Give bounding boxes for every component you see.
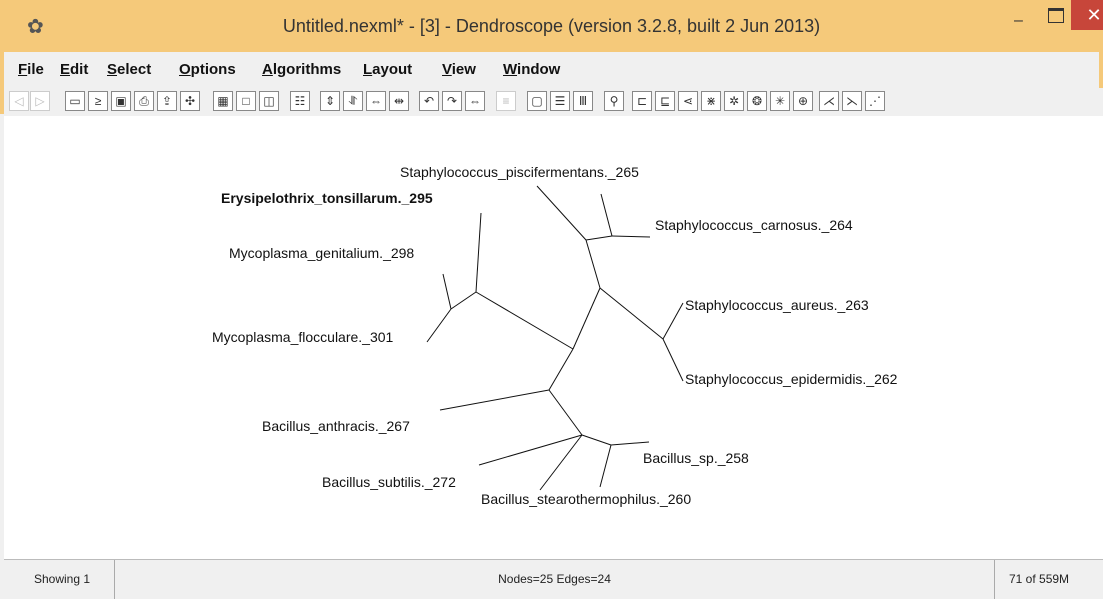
taxon-label[interactable]: Mycoplasma_genitalium._298 <box>229 245 414 261</box>
open-button[interactable]: ▭ <box>65 91 85 111</box>
toolbar: ◁ ▷ ▭ ≥ ▣ ⎙ ⇪ ✣ ▦ □ ◫ ☷ ⇕ ⥯ ⇔ ⇹ ↶ ↷ ⇔ ≡ … <box>0 88 1103 114</box>
tree-edge[interactable] <box>611 235 651 238</box>
taxon-label[interactable]: Mycoplasma_flocculare._301 <box>212 329 394 345</box>
rotate-left-button[interactable]: ↶ <box>419 91 439 111</box>
taxon-label[interactable]: Staphylococcus_epidermidis._262 <box>685 371 898 387</box>
tree-edge[interactable] <box>581 434 612 446</box>
frame-button[interactable]: □ <box>236 91 256 111</box>
title-bar: ✿ Untitled.nexml* - [3] - Dendroscope (v… <box>0 0 1103 52</box>
expand-vertical-button[interactable]: ⇕ <box>320 91 340 111</box>
find-button[interactable]: ✣ <box>180 91 200 111</box>
tree-edge[interactable] <box>610 441 650 446</box>
rotate-right-button[interactable]: ↷ <box>442 91 462 111</box>
taxon-label[interactable]: Bacillus_sp._258 <box>643 450 749 466</box>
layout-box-button[interactable]: ▢ <box>527 91 547 111</box>
maximize-icon[interactable] <box>1048 8 1064 23</box>
menu-edit[interactable]: Edit <box>60 61 88 78</box>
slanted-button[interactable]: ⋖ <box>678 91 698 111</box>
expand-horizontal-button[interactable]: ⇔ <box>366 91 386 111</box>
layout-cols-button[interactable]: Ⅲ <box>573 91 593 111</box>
menu-select[interactable]: Select <box>107 61 151 78</box>
tree-edge[interactable] <box>600 193 613 237</box>
dim-button[interactable]: ≡ <box>496 91 516 111</box>
taxon-label-selected[interactable]: Erysipelothrix_tonsillarum._295 <box>221 190 433 206</box>
taxon-label[interactable]: Bacillus_stearothermophilus._260 <box>481 491 691 507</box>
tree-edge[interactable] <box>439 389 550 411</box>
menu-layout[interactable]: Layout <box>363 61 412 78</box>
status-showing: Showing 1 <box>4 560 115 599</box>
tree-edge[interactable] <box>442 273 452 310</box>
tree-edge[interactable] <box>572 287 601 350</box>
tree-edge[interactable] <box>450 291 477 310</box>
export-button[interactable]: ⇪ <box>157 91 177 111</box>
tree-edge[interactable] <box>662 338 684 382</box>
tree-edge[interactable] <box>548 348 574 391</box>
save-button[interactable]: ▣ <box>111 91 131 111</box>
radial-phylogram-button[interactable]: ⋇ <box>701 91 721 111</box>
menu-bar: File Edit Select Options Algorithms Layo… <box>0 52 1103 88</box>
taxon-label[interactable]: Staphylococcus_piscifermentans._265 <box>400 164 639 180</box>
tree-edge[interactable] <box>599 287 664 340</box>
list-button[interactable]: ☷ <box>290 91 310 111</box>
console-button[interactable]: ≥ <box>88 91 108 111</box>
tree-canvas[interactable]: Staphylococcus_piscifermentans._265 Erys… <box>4 116 1103 559</box>
tree-edge[interactable] <box>475 212 482 293</box>
grid-button[interactable]: ▦ <box>213 91 233 111</box>
menu-file[interactable]: File <box>18 61 44 78</box>
print-button[interactable]: ⎙ <box>134 91 154 111</box>
flip-button[interactable]: ⇔ <box>465 91 485 111</box>
forward-button[interactable]: ▷ <box>30 91 50 111</box>
window-title: Untitled.nexml* - [3] - Dendroscope (ver… <box>282 16 821 36</box>
tree-edge[interactable] <box>475 291 574 350</box>
tree-edge[interactable] <box>662 302 684 340</box>
taxon-label[interactable]: Bacillus_subtilis._272 <box>322 474 456 490</box>
rect-phylogram-button[interactable]: ⊏ <box>632 91 652 111</box>
taxon-label[interactable]: Staphylococcus_carnosus._264 <box>655 217 853 233</box>
status-memory: 71 of 559M <box>1009 572 1070 586</box>
zoom-button[interactable]: ⚲ <box>604 91 624 111</box>
contract-vertical-button[interactable]: ⥯ <box>343 91 363 111</box>
menu-options[interactable]: Options <box>179 61 236 78</box>
tree-edge[interactable] <box>585 235 613 241</box>
tree-svg[interactable]: Staphylococcus_piscifermentans._265 Erys… <box>4 116 1103 559</box>
tree-edge[interactable] <box>539 434 583 491</box>
circular-phylogram-button[interactable]: ✲ <box>724 91 744 111</box>
inner-curve-button[interactable]: ⋌ <box>819 91 839 111</box>
back-button[interactable]: ◁ <box>9 91 29 111</box>
tree-edges <box>426 185 684 491</box>
close-button[interactable]: ✕ <box>1071 0 1103 30</box>
circular-cladogram-button[interactable]: ❂ <box>747 91 767 111</box>
taxon-label[interactable]: Staphylococcus_aureus._263 <box>685 297 869 313</box>
taxon-label[interactable]: Bacillus_anthracis._267 <box>262 418 410 434</box>
more-button[interactable]: ⋰ <box>865 91 885 111</box>
window-button[interactable]: ◫ <box>259 91 279 111</box>
unrooted-button[interactable]: ⊕ <box>793 91 813 111</box>
close-icon: ✕ <box>1086 5 1102 25</box>
rect-cladogram-button[interactable]: ⊑ <box>655 91 675 111</box>
menu-view[interactable]: View <box>442 61 476 78</box>
outer-curve-button[interactable]: ⋋ <box>842 91 862 111</box>
contract-horizontal-button[interactable]: ⇹ <box>389 91 409 111</box>
status-nodes-edges: Nodes=25 Edges=24 <box>115 560 995 599</box>
tree-edge[interactable] <box>599 444 612 488</box>
tree-edge[interactable] <box>426 308 452 343</box>
tree-edge[interactable] <box>548 389 583 436</box>
layout-rows-button[interactable]: ☰ <box>550 91 570 111</box>
radial-cladogram-button[interactable]: ✳ <box>770 91 790 111</box>
tree-edge[interactable] <box>585 239 601 289</box>
menu-window[interactable]: Window <box>503 61 560 78</box>
tree-edge[interactable] <box>478 434 583 466</box>
menu-algorithms[interactable]: Algorithms <box>262 61 341 78</box>
tree-edge[interactable] <box>536 185 587 241</box>
minimize-icon[interactable]: – <box>1014 12 1023 30</box>
status-bar: Showing 1 Nodes=25 Edges=24 71 of 559M <box>4 559 1103 599</box>
